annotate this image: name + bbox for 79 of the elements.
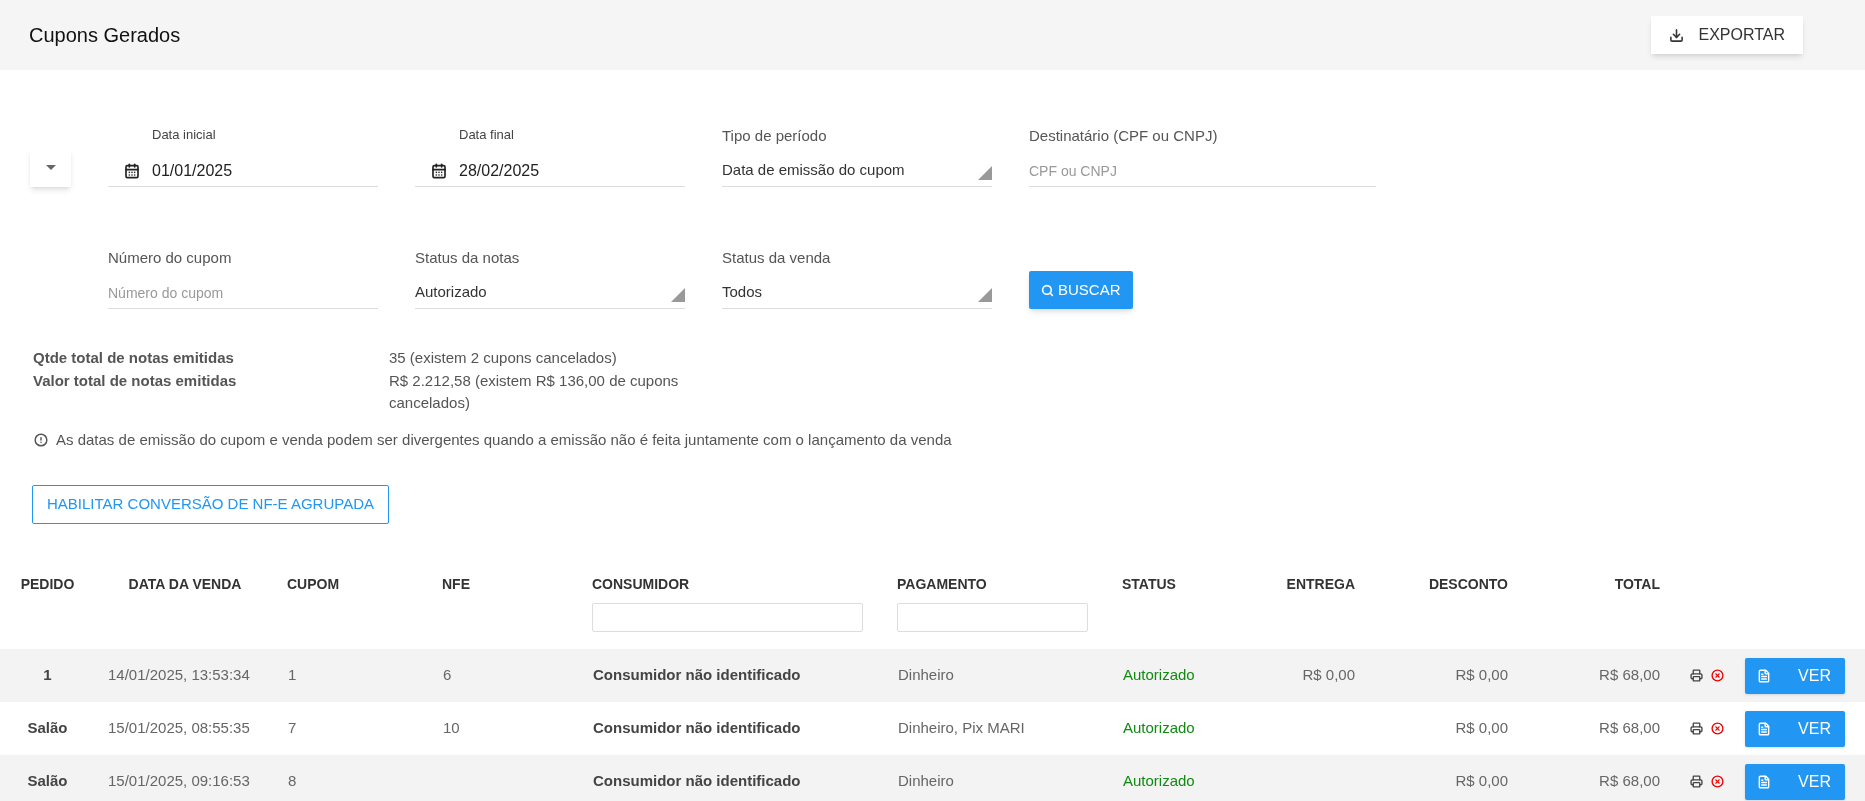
select-field[interactable]: Todos xyxy=(722,277,992,309)
print-icon[interactable] xyxy=(1690,669,1703,682)
document-icon xyxy=(1757,774,1771,789)
table-cell-text: Autorizado xyxy=(1123,771,1195,792)
export-button[interactable]: EXPORTAR xyxy=(1651,16,1803,54)
table-cell-text: Salão xyxy=(27,718,68,739)
table-cell-text: 1 xyxy=(43,665,52,686)
table-cell-text: R$ 68,00 xyxy=(1599,771,1660,792)
field-label: Status da venda xyxy=(722,248,832,267)
summary-label: Qtde total de notas emitidas xyxy=(33,348,235,368)
dropdown-triangle-icon xyxy=(978,166,992,180)
table-cell-text: 10 xyxy=(443,718,460,739)
search-icon xyxy=(1041,283,1054,297)
dropdown-triangle-icon xyxy=(671,288,685,302)
table-cell-text: Dinheiro xyxy=(898,771,954,792)
column-header: PAGAMENTO xyxy=(897,575,987,594)
table-cell-text: 15/01/2025, 09:16:53 xyxy=(108,771,250,792)
table-cell-text: 8 xyxy=(288,771,297,792)
table-cell-text: Dinheiro xyxy=(898,665,954,686)
caret-icon xyxy=(45,165,56,170)
date-field[interactable]: 28/02/2025 xyxy=(415,155,685,187)
table-cell-text: Consumidor não identificado xyxy=(593,718,801,739)
column-header: NFE xyxy=(442,575,470,594)
table-cell-text: Autorizado xyxy=(1123,718,1195,739)
document-icon xyxy=(1757,721,1771,736)
table-cell-text: R$ 0,00 xyxy=(1455,771,1508,792)
table-cell-text: R$ 68,00 xyxy=(1599,718,1660,739)
field-label: Tipo de período xyxy=(722,126,828,145)
print-icon[interactable] xyxy=(1690,722,1703,735)
column-header: DESCONTO xyxy=(1428,575,1508,594)
column-header: TOTAL xyxy=(1614,575,1660,594)
calendar-icon xyxy=(431,162,447,179)
table-cell-text: 1 xyxy=(288,665,297,686)
field-label: Destinatário (CPF ou CNPJ) xyxy=(1029,126,1219,145)
field-label: Data final xyxy=(459,126,515,144)
table-cell-text: Salão xyxy=(27,771,68,792)
table-cell-text: R$ 0,00 xyxy=(1302,665,1355,686)
table-cell-text: 7 xyxy=(288,718,297,739)
column-header: DATA DA VENDA xyxy=(128,575,242,594)
column-header: CUPOM xyxy=(287,575,340,594)
download-icon xyxy=(1669,27,1685,43)
column-header: CONSUMIDOR xyxy=(592,575,690,594)
cancel-icon[interactable] xyxy=(1711,775,1724,788)
column-header: ENTREGA xyxy=(1286,575,1355,594)
table-cell-text: 6 xyxy=(443,665,452,686)
table-cell-text: Consumidor não identificado xyxy=(593,771,801,792)
table-cell-text: R$ 68,00 xyxy=(1599,665,1660,686)
table-cell-text: R$ 0,00 xyxy=(1455,718,1508,739)
select-field[interactable]: Autorizado xyxy=(415,277,685,309)
summary-label: Valor total de notas emitidas xyxy=(33,370,238,391)
table-cell-text: 14/01/2025, 13:53:34 xyxy=(108,665,250,686)
date-field[interactable]: 01/01/2025 xyxy=(108,155,378,187)
collapse-toggle-button[interactable] xyxy=(30,148,71,187)
cancel-icon[interactable] xyxy=(1711,669,1724,682)
print-icon[interactable] xyxy=(1690,775,1703,788)
table-cell-text: Autorizado xyxy=(1123,665,1195,686)
table-cell-text: R$ 0,00 xyxy=(1455,665,1508,686)
info-icon xyxy=(34,432,48,447)
dropdown-triangle-icon xyxy=(978,288,992,302)
calendar-icon xyxy=(124,162,140,179)
input-field[interactable]: Número do cupom xyxy=(108,277,378,309)
document-icon xyxy=(1757,668,1771,683)
table-cell-text: Consumidor não identificado xyxy=(593,665,801,686)
column-header: PEDIDO xyxy=(20,575,75,594)
column-filter-field[interactable] xyxy=(592,603,863,632)
field-label: Status da notas xyxy=(415,248,521,267)
field-label: Data inicial xyxy=(152,126,217,144)
summary-value: 35 (existem 2 cupons cancelados) xyxy=(389,348,618,368)
select-field[interactable]: Data de emissão do cupom xyxy=(722,155,992,187)
table-cell-text: Dinheiro, Pix MARI xyxy=(898,718,1025,739)
cancel-icon[interactable] xyxy=(1711,722,1724,735)
column-header: STATUS xyxy=(1122,575,1176,594)
column-filter-field[interactable] xyxy=(897,603,1088,632)
input-field[interactable]: CPF ou CNPJ xyxy=(1029,155,1376,187)
notice-text: As datas de emissão do cupom e venda podem ser divergentes quando a emissão não é feita juntamente com o lançamento da venda xyxy=(56,429,952,450)
summary-value: R$ 2.212,58 (existem R$ 136,00 de cupons cancelados) xyxy=(389,370,680,413)
table-cell-text: 15/01/2025, 08:55:35 xyxy=(108,718,250,739)
page-title: Cupons Gerados xyxy=(29,23,181,48)
field-label: Número do cupom xyxy=(108,248,233,267)
